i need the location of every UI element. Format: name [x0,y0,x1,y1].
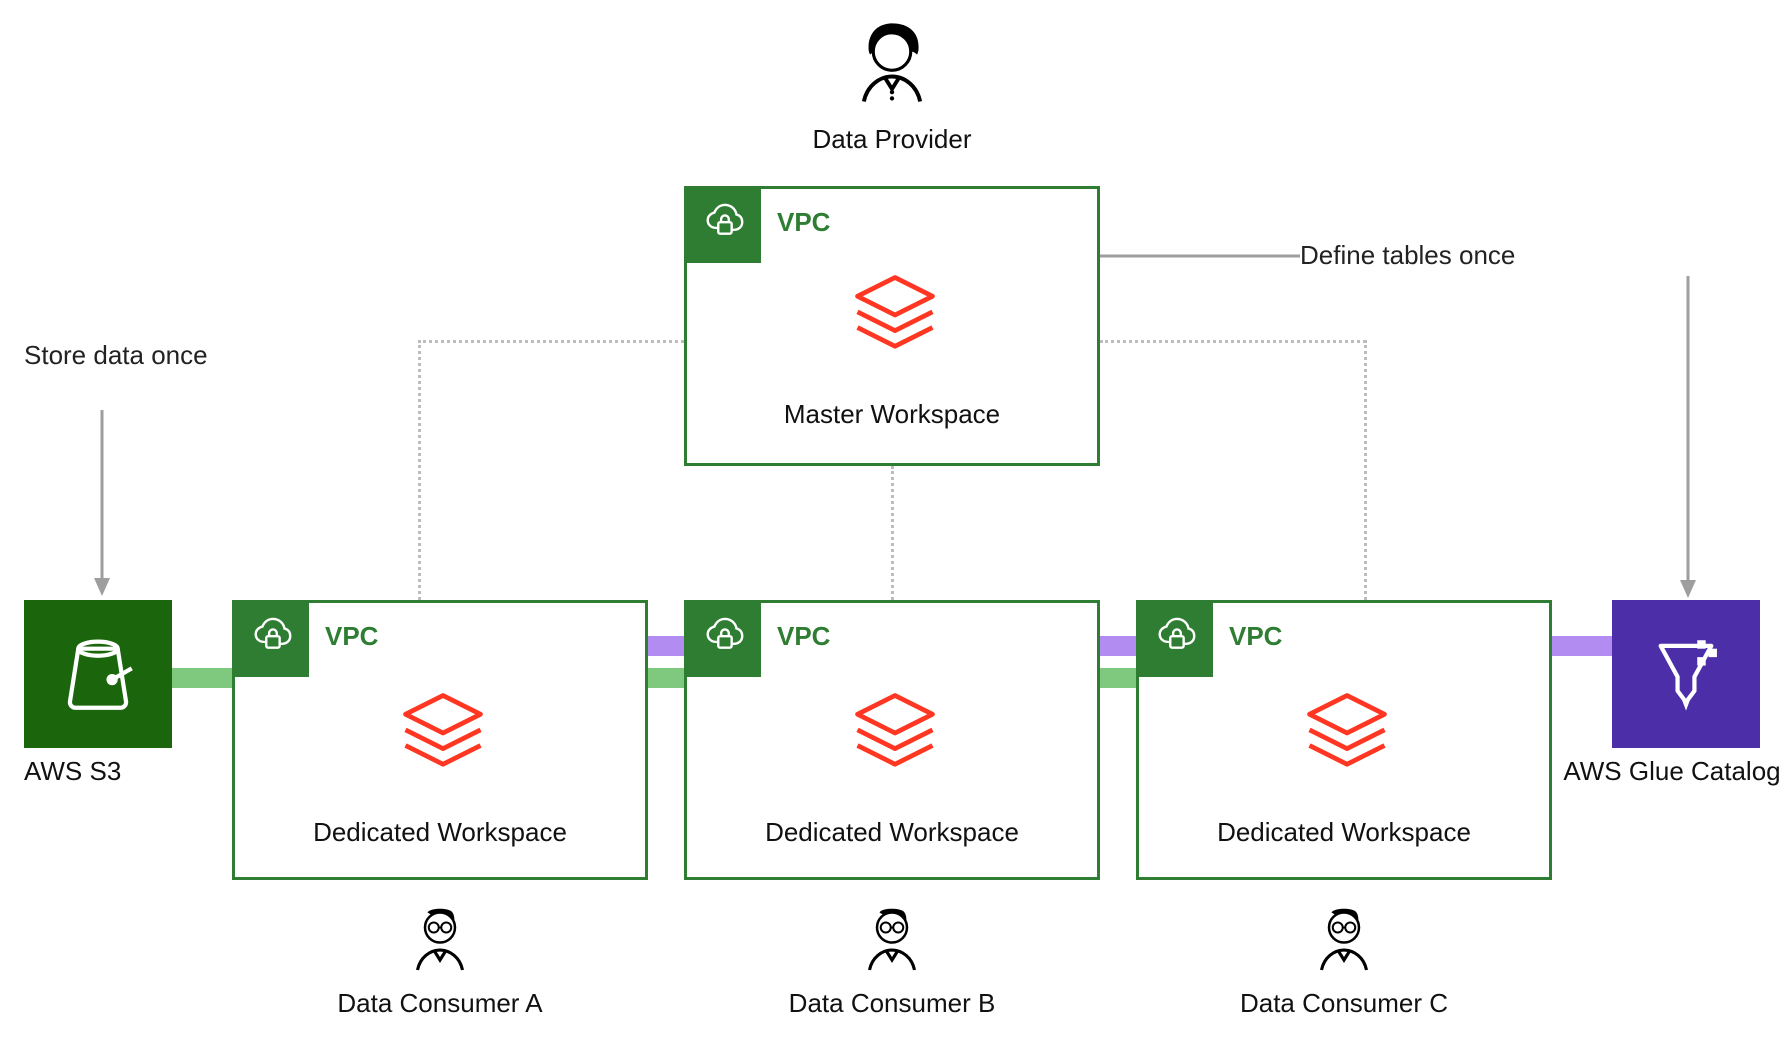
label-consumer-c: Data Consumer C [1194,988,1494,1019]
arrow-store-once [90,410,114,600]
label-consumer-a: Data Consumer A [290,988,590,1019]
label-define-once: Define tables once [1300,240,1660,271]
connector-purple [1552,636,1612,656]
databricks-icon [845,683,945,783]
arrow-define-once [1676,276,1700,602]
connector-purple [648,636,684,656]
connector-green [1100,668,1136,688]
vpc-label: VPC [777,207,830,238]
label-dedicated-workspace: Dedicated Workspace [1139,817,1549,848]
databricks-icon [1297,683,1397,783]
diagram-canvas: Data Provider VPC Master Workspace [0,0,1784,1048]
dotted-connector [418,340,684,343]
connector-green [172,668,232,688]
dotted-connector [1364,340,1367,600]
label-consumer-b: Data Consumer B [742,988,1042,1019]
vpc-consumer-b: VPC Dedicated Workspace [684,600,1100,880]
person-icon-consumer [852,900,932,980]
dotted-connector [891,466,894,600]
vpc-label: VPC [777,621,830,652]
label-dedicated-workspace: Dedicated Workspace [235,817,645,848]
vpc-consumer-a: VPC Dedicated Workspace [232,600,648,880]
vpc-badge-icon [235,603,309,677]
aws-s3-box [24,600,172,748]
vpc-label: VPC [1229,621,1282,652]
dotted-connector [418,340,421,600]
vpc-master: VPC Master Workspace [684,186,1100,466]
databricks-icon [393,683,493,783]
person-icon-consumer [400,900,480,980]
label-aws-glue: AWS Glue Catalog [1560,756,1784,787]
connector-green [648,668,684,688]
vpc-badge-icon [687,189,761,263]
label-provider: Data Provider [760,124,1024,155]
vpc-label: VPC [325,621,378,652]
person-icon-consumer [1304,900,1384,980]
label-master-workspace: Master Workspace [687,399,1097,430]
label-store-once: Store data once [24,340,244,371]
vpc-consumer-c: VPC Dedicated Workspace [1136,600,1552,880]
label-aws-s3: AWS S3 [24,756,172,787]
aws-glue-box [1612,600,1760,748]
vpc-badge-icon [1139,603,1213,677]
line-define-once [1100,254,1300,258]
dotted-connector [1100,340,1366,343]
person-icon-provider [842,14,942,114]
connector-purple [1100,636,1136,656]
vpc-badge-icon [687,603,761,677]
databricks-icon [845,265,945,365]
label-dedicated-workspace: Dedicated Workspace [687,817,1097,848]
